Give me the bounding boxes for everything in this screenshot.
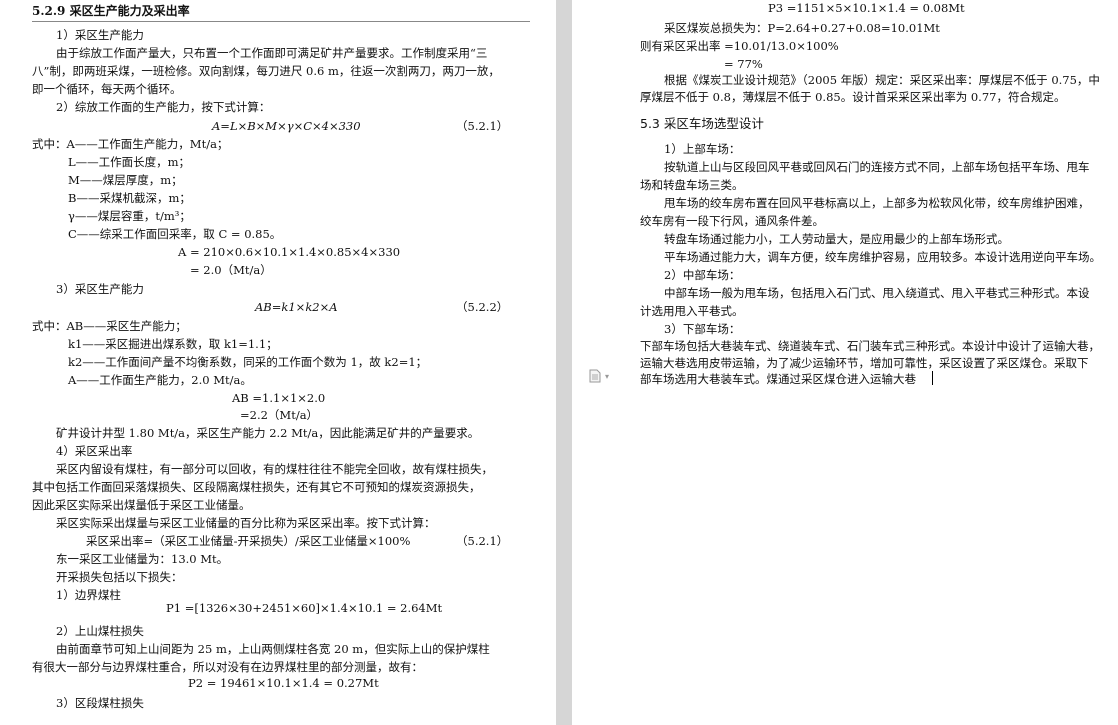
equation: 采区采出率=（采区工业储量-开采损失）/采区工业储量×100% [86,534,411,548]
equation: A=L×B×M×γ×C×4×330 [212,119,361,133]
paragraph-line: 开采损失包括以下损失： [56,570,183,584]
paragraph-line: 中部车场一般为甩车场，包括甩入石门式、甩入绕道式、甩入平巷式三种形式。本设 [664,286,1090,300]
paragraph-line: 则有采区采出率 =10.01/13.0×100% [640,39,839,53]
paragraph-line: 因此采区实际采出煤量低于采区工业储量。 [32,498,251,512]
paragraph-line: 运输大巷选用皮带运输，为了减少运输环节，增加可靠性，采区设置了采区煤仓。采取下 [640,356,1089,370]
paragraph-line: 计选用甩入平巷式。 [640,304,744,318]
text-cursor [932,371,933,385]
document-page-right: P3 =1151×5×10.1×1.4 = 0.08Mt 采区煤炭总损失为：P=… [572,0,1118,725]
paragraph-line: 平车场通过能力大，调车方便，绞车房维护容易，应用较多。本设计选用逆向平车场。 [664,250,1101,264]
paragraph-line: 其中包括工作面回采落煤损失、区段隔离煤柱损失，还有其它不可预知的煤炭资源损失， [32,480,481,494]
definition-line: 式中：A——工作面生产能力，Mt/a； [32,137,229,151]
paragraph-line: 按轨道上山与区段回风平巷或回风石门的连接方式不同，上部车场包括平车场、甩车 [664,160,1090,174]
subsection-title: 3）下部车场： [664,322,741,336]
paragraph-line: 绞车房有一段下行风，通风条件差。 [640,214,824,228]
paragraph-line: 即一个循环，每天两个循环。 [32,82,182,96]
subsection-title: 1）上部车场： [664,142,741,156]
equation-number: （5.2.1） [456,119,509,133]
calculation-result: = 2.0（Mt/a） [190,263,272,277]
definition-line: C——综采工作面回采率，取 C = 0.85。 [68,227,282,241]
definition-line: k1——采区掘进出煤系数，取 k1=1.1； [68,337,278,351]
paragraph-line: 由前面章节可知上山间距为 25 m，上山两侧煤柱各宽 20 m，但实际上山的保护… [56,642,490,656]
paragraph-line: 场和转盘车场三类。 [640,178,744,192]
equation: P1 =[1326×30+2451×60]×1.4×10.1 = 2.64Mt [166,601,443,615]
paragraph-line: 采区内留设有煤柱，有一部分可以回收，有的煤柱往往不能完全回收，故有煤柱损失， [56,462,493,476]
equation-number: （5.2.1） [456,534,509,548]
document-icon[interactable] [589,369,601,383]
definition-line: 式中：AB——采区生产能力； [32,319,187,333]
equation: AB=k1×k2×A [255,300,338,314]
definition-line: L——工作面长度，m； [68,155,191,169]
subsection-title: 2）上山煤柱损失 [56,624,144,638]
subsection-title: 4）采区采出率 [56,444,133,458]
section-title: 5.2.9 采区生产能力及采出率 [32,4,190,18]
paragraph-line: 部车场选用大巷装车式。煤通过采区煤仓进入运输大巷 [640,372,916,386]
paragraph-line: 转盘车场通过能力小，工人劳动量大，是应用最少的上部车场形式。 [664,232,1009,246]
section-title: 5.3 采区车场选型设计 [640,116,764,131]
paragraph-line: 有很大一部分与边界煤柱重合，所以对没有在边界煤柱里的部分测量，故有： [32,660,423,674]
subsection-title: 2）中部车场： [664,268,741,282]
page-gutter [556,0,572,725]
definition-line: A——工作面生产能力，2.0 Mt/a。 [68,373,252,387]
subsection-title: 1）采区生产能力 [56,28,144,42]
calculation-result: =2.2（Mt/a） [240,408,319,422]
paragraph-line: 根据《煤炭工业设计规范》（2005 年版）规定：采区采出率：厚煤层不低于 0.7… [664,73,1100,87]
definition-line: M——煤层厚度，m； [68,173,183,187]
calculation-line: A = 210×0.6×10.1×1.4×0.85×4×330 [178,245,401,259]
subsection-title: 1）边界煤柱 [56,588,121,602]
equation-number: （5.2.2） [456,300,509,314]
chevron-down-icon[interactable]: ▾ [605,372,609,381]
calculation-result: = 77% [724,57,763,71]
paragraph-line: 下部车场包括大巷装车式、绕道装车式、石门装车式三种形式。本设计中设计了运输大巷， [640,339,1100,353]
heading-rule [32,21,530,22]
paragraph-line: 八”制，即两班采煤，一班检修。双向割煤，每刀进尺 0.6 m，往返一次割两刀，两… [32,64,500,78]
paragraph-line: 采区煤炭总损失为：P=2.64+0.27+0.08=10.01Mt [664,21,940,35]
subsection-title: 3）采区生产能力 [56,282,144,296]
subsection-title: 3）区段煤柱损失 [56,696,144,710]
paragraph-line: 采区实际采出煤量与采区工业储量的百分比称为采区采出率。按下式计算： [56,516,436,530]
equation: P3 =1151×5×10.1×1.4 = 0.08Mt [768,1,965,15]
definition-line: B——采煤机截深，m； [68,191,191,205]
definition-line: γ——煤层容重，t/m³； [68,209,191,223]
equation: P2 = 19461×10.1×1.4 = 0.27Mt [188,676,379,690]
document-page-left: 5.2.9 采区生产能力及采出率 1）采区生产能力 由于综放工作面产量大，只布置… [0,0,556,725]
paragraph-line: 甩车场的绞车房布置在回风平巷标高以上，上部多为松软风化带，绞车房维护困难， [664,196,1090,210]
paragraph-line: 由于综放工作面产量大，只布置一个工作面即可满足矿井产量要求。工作制度采用“三 [56,46,488,60]
paragraph-line: 厚煤层不低于 0.8，薄煤层不低于 0.85。设计首采采区采出率为 0.77，符… [640,90,1066,104]
paragraph-line: 东一采区工业储量为：13.0 Mt。 [56,552,229,566]
subsection-title: 2）综放工作面的生产能力，按下式计算： [56,100,271,114]
definition-line: k2——工作面间产量不均衡系数，同采的工作面个数为 1，故 k2=1； [68,355,428,369]
paragraph-line: 矿井设计井型 1.80 Mt/a，采区生产能力 2.2 Mt/a，因此能满足矿井… [56,426,480,440]
calculation-line: AB =1.1×1×2.0 [232,391,326,405]
